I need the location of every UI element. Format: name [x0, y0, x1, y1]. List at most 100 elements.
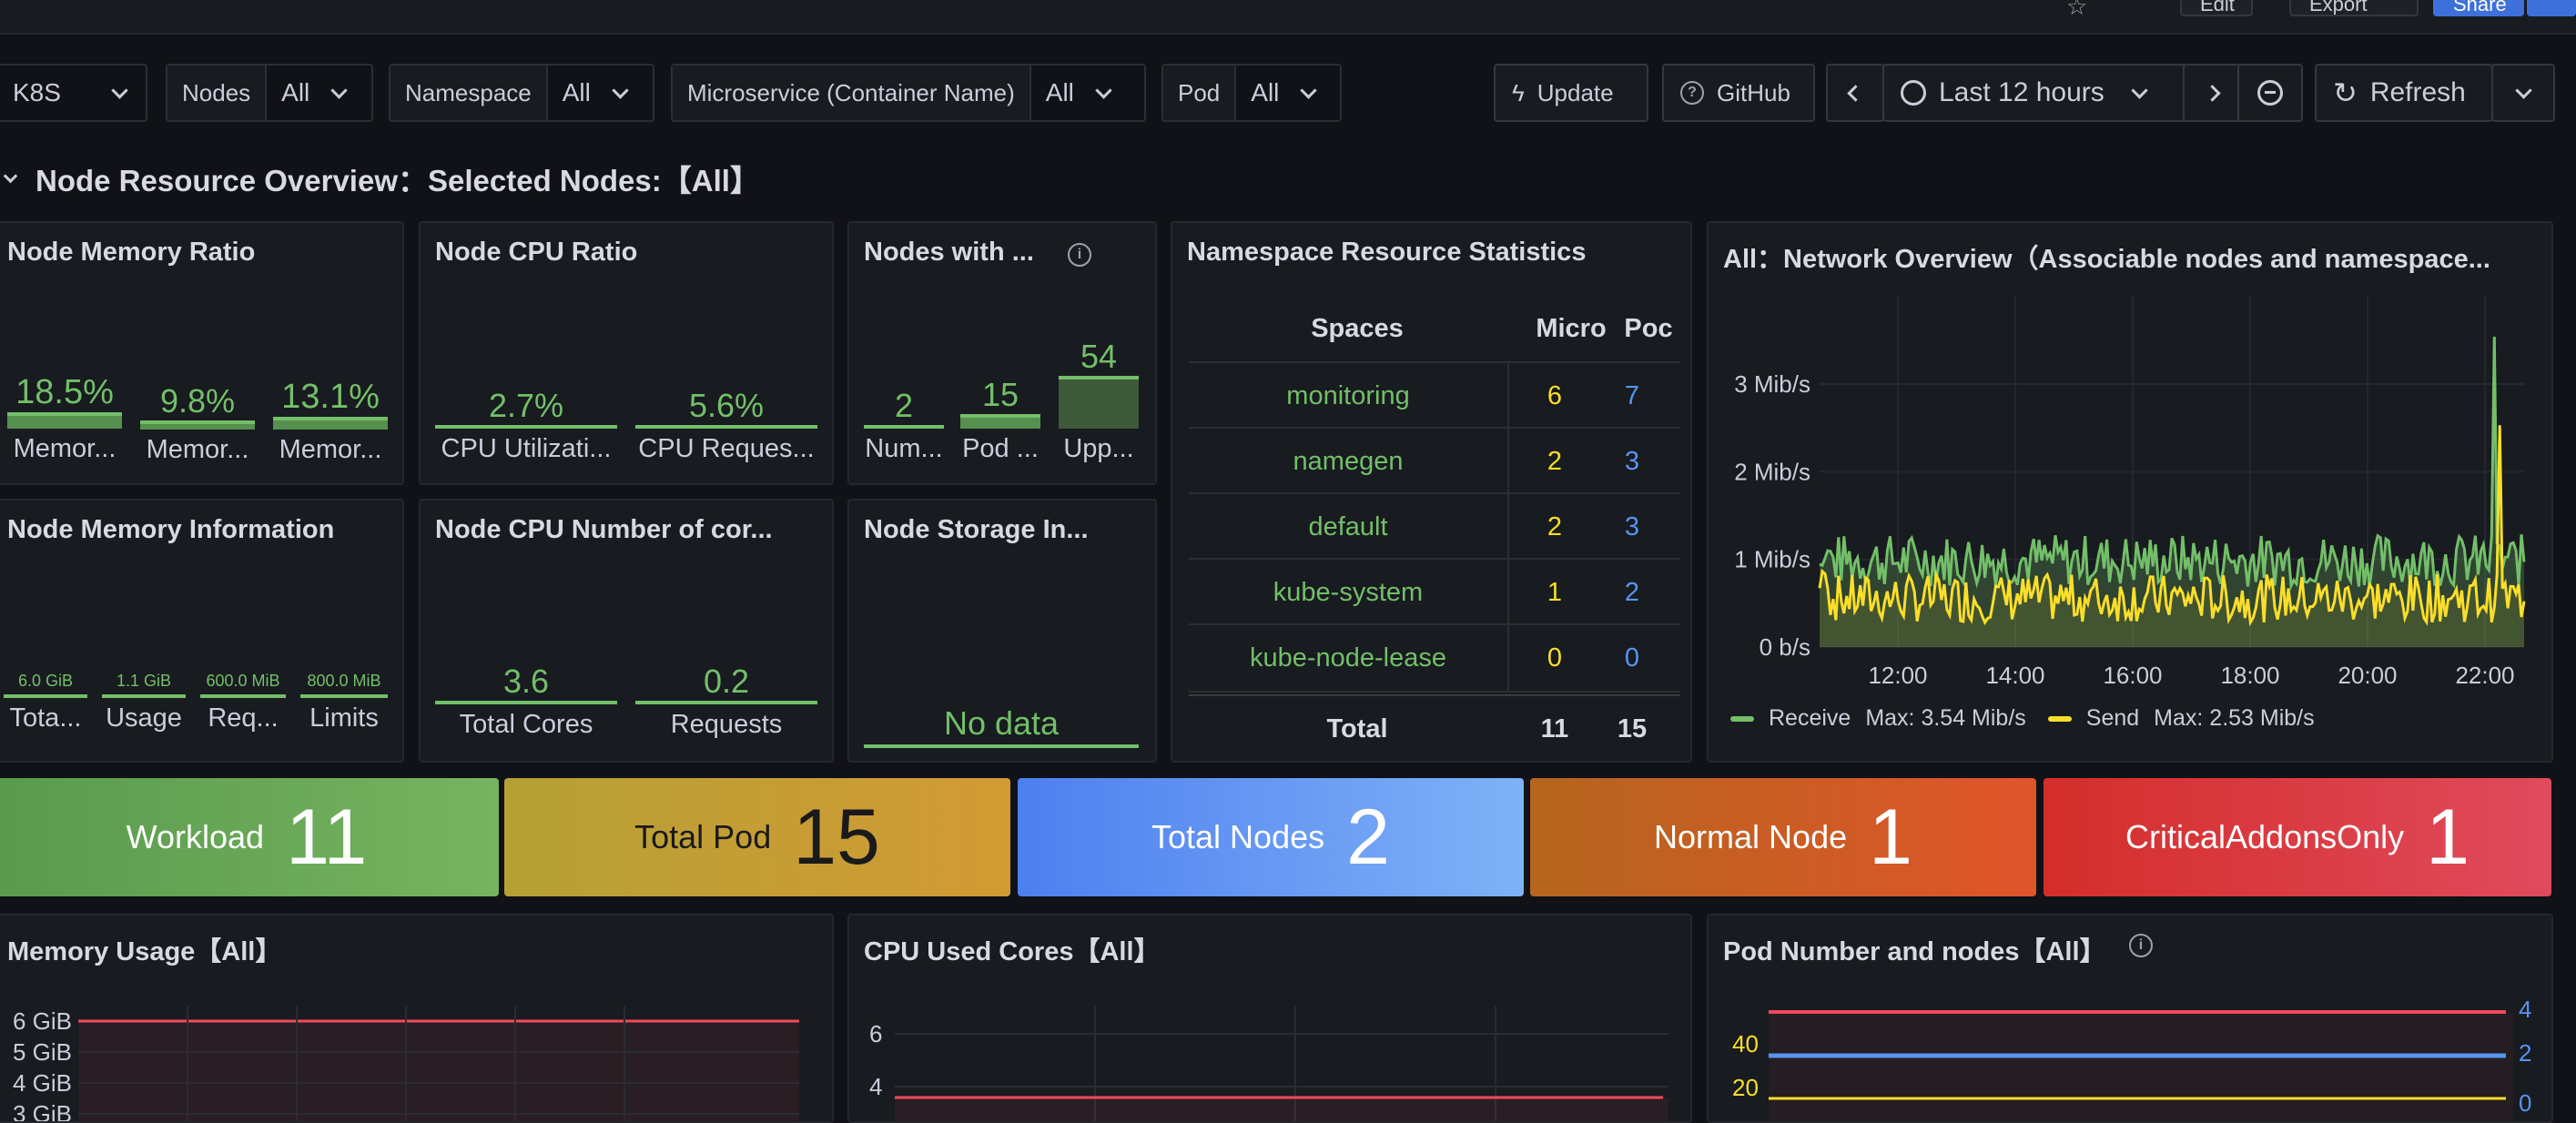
- microservice-variable[interactable]: Microservice (Container Name) All: [671, 64, 1146, 122]
- critical-addons-only-stat: CriticalAddonsOnly 1: [2044, 778, 2551, 896]
- micro-cell: 6: [1547, 381, 1563, 410]
- k8s-variable[interactable]: K8S: [0, 64, 147, 122]
- namespace-variable[interactable]: Namespace All: [389, 64, 654, 122]
- stat-value: 800.0 MiB: [307, 672, 381, 690]
- legend-max: Max: 3.54 Mib/s: [1865, 705, 2026, 731]
- memory-ratio-stat: 9.8% Memor...: [140, 382, 255, 465]
- pod-number-nodes-panel: Pod Number and nodes【All】 i 40 20 4 2 0: [1707, 914, 2553, 1123]
- chevron-right-icon: [2203, 84, 2221, 102]
- share-button[interactable]: Share: [2433, 0, 2524, 16]
- namespace-cell: monitoring: [1189, 363, 1509, 429]
- edit-label: Edit: [2200, 0, 2235, 15]
- time-forward-button[interactable]: [2183, 64, 2241, 122]
- refresh-interval-button[interactable]: [2491, 64, 2555, 122]
- microservice-label: Microservice (Container Name): [673, 66, 1031, 120]
- time-range-label: Last 12 hours: [1939, 77, 2104, 107]
- stat-bar: [435, 701, 617, 704]
- stat-label: Upp...: [1063, 434, 1134, 463]
- stat-label: Limits: [309, 703, 379, 733]
- stat-label: Tota...: [9, 703, 82, 733]
- pods-cell: 3: [1624, 512, 1640, 541]
- panel-title: Node Storage In...: [864, 515, 1089, 544]
- memory-info-stat: 6.0 GiB Tota...: [4, 672, 87, 733]
- stat-bar: [300, 694, 388, 698]
- update-button[interactable]: ϟ Update: [1494, 64, 1648, 122]
- info-icon[interactable]: i: [1068, 243, 1091, 267]
- time-back-button[interactable]: [1826, 64, 1884, 122]
- x-tick: 12:00: [1868, 662, 1927, 689]
- y-tick: 6: [869, 1020, 882, 1047]
- github-button[interactable]: ? GitHub: [1662, 64, 1815, 122]
- banner-value: 1: [2426, 793, 2470, 881]
- export-button[interactable]: Export: [2289, 0, 2419, 16]
- row-title: Node Resource Overview：Selected Nodes:【A…: [35, 164, 760, 197]
- star-icon[interactable]: ☆: [2066, 0, 2087, 21]
- chevron-down-icon: [2131, 81, 2148, 99]
- banner-value: 2: [1346, 793, 1390, 881]
- question-icon: ?: [1680, 81, 1704, 105]
- chevron-down-icon: [330, 81, 348, 99]
- panel-title: Node CPU Number of cor...: [435, 515, 773, 544]
- pod-number-chart: 40 20 4 2 0: [1732, 996, 2531, 1121]
- stat-value: 2: [894, 387, 914, 424]
- panel-title: Node Memory Information: [7, 515, 335, 544]
- y-tick: 2 Mib/s: [1734, 458, 1810, 485]
- pod-label: Pod: [1163, 66, 1237, 120]
- stat-label: Num...: [865, 434, 943, 463]
- y-tick: 1 Mib/s: [1734, 546, 1810, 573]
- time-picker[interactable]: Last 12 hours: [1882, 64, 2186, 122]
- pods-cell: 2: [1624, 578, 1640, 607]
- namespace-value: All: [562, 78, 591, 106]
- namespace-resource-statistics-panel: Namespace Resource Statistics Spaces Mic…: [1171, 221, 1692, 763]
- chart-legend: Receive Max: 3.54 Mib/s Send Max: 2.53 M…: [1730, 705, 2315, 732]
- banner-label: Workload: [126, 818, 265, 855]
- lightning-icon: ϟ: [1512, 78, 1525, 106]
- nodes-variable[interactable]: Nodes All: [166, 64, 373, 122]
- node-memory-information-panel: Node Memory Information 6.0 GiB Tota... …: [0, 499, 404, 763]
- cpu-cores-stat: 0.2 Requests: [635, 663, 817, 740]
- legend-item-send[interactable]: Send: [2086, 705, 2139, 732]
- micro-cell: 1: [1547, 578, 1563, 607]
- banner-value: 15: [793, 793, 880, 881]
- refresh-button[interactable]: ↻ Refresh: [2315, 64, 2493, 122]
- nodes-stat: 54 Upp...: [1059, 338, 1139, 464]
- refresh-icon: ↻: [2333, 76, 2358, 109]
- pod-value: All: [1251, 78, 1280, 106]
- pod-variable[interactable]: Pod All: [1161, 64, 1342, 122]
- stat-bar: [635, 701, 817, 704]
- y-tick: 5 GiB: [13, 1038, 72, 1066]
- cpu-ratio-stat: 2.7% CPU Utilizati...: [435, 387, 617, 464]
- total-micro: 11: [1540, 714, 1569, 744]
- x-tick: 16:00: [2103, 662, 2162, 689]
- memory-usage-chart: 6 GiB 5 GiB 4 GiB 3 GiB: [13, 1007, 799, 1121]
- chevron-down-icon: [111, 81, 128, 99]
- nodes-label: Nodes: [167, 66, 268, 120]
- nodes-stat: 15 Pod ...: [960, 376, 1040, 464]
- normal-node-stat: Normal Node 1: [1530, 778, 2036, 896]
- cpu-used-cores-panel: CPU Used Cores【All】 6 4: [847, 914, 1692, 1123]
- banner-label: Normal Node: [1654, 818, 1848, 855]
- table-row: monitoring 6 7: [1189, 361, 1680, 429]
- legend-item-receive[interactable]: Receive: [1769, 705, 1851, 732]
- memory-usage-panel: Memory Usage【All】 6 GiB 5 GiB 4 GiB 3 Gi…: [0, 914, 834, 1123]
- y-tick: 6 GiB: [13, 1007, 72, 1035]
- chevron-down-icon: [612, 81, 629, 99]
- stat-bar: [864, 744, 1139, 748]
- zoom-out-button[interactable]: [2237, 64, 2303, 122]
- edit-button[interactable]: Edit: [2180, 0, 2253, 16]
- column-header-spaces[interactable]: Spaces: [1189, 296, 1526, 361]
- no-data: No data: [864, 704, 1139, 748]
- nodes-with-panel: Nodes with ... i 2 Num... 15 Pod ... 54 …: [847, 221, 1157, 485]
- column-header-pods[interactable]: Poc: [1617, 296, 1680, 361]
- send-series-line: [1818, 425, 2526, 627]
- receive-series-line: [1819, 336, 2526, 592]
- node-cpu-ratio-panel: Node CPU Ratio 2.7% CPU Utilizati... 5.6…: [419, 221, 834, 485]
- banner-label: Total Pod: [634, 818, 772, 855]
- y-tick-left: 20: [1732, 1074, 1759, 1101]
- share-dropdown-button[interactable]: [2527, 0, 2576, 16]
- stat-label: Req...: [208, 703, 279, 733]
- y-tick: 3 GiB: [13, 1100, 72, 1121]
- column-header-micro[interactable]: Micro: [1526, 296, 1617, 361]
- row-header[interactable]: Node Resource Overview：Selected Nodes:【A…: [3, 157, 760, 200]
- pods-cell: 3: [1624, 447, 1640, 476]
